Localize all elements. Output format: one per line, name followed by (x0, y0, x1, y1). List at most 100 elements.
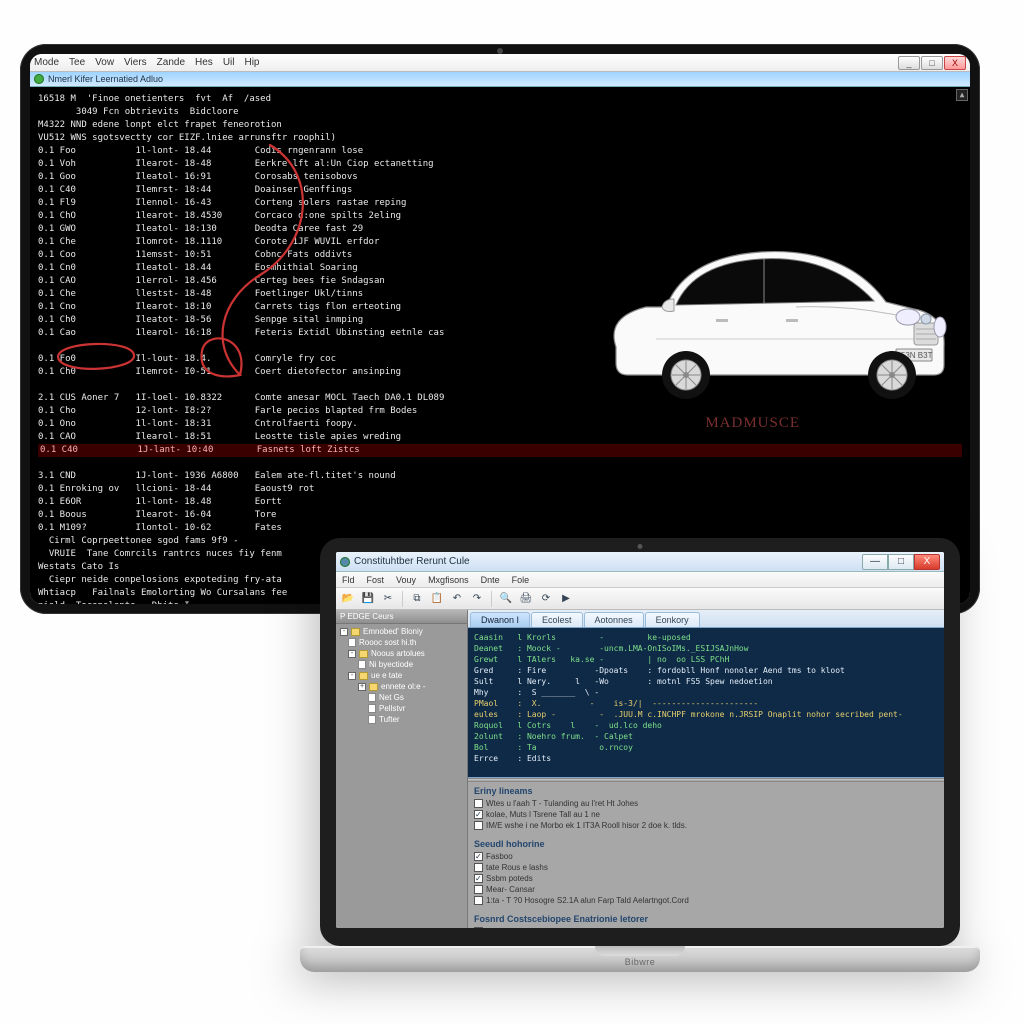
file-icon (368, 715, 376, 724)
properties-panel[interactable]: Eriny lineamsWtes u l'aah T - Tulanding … (468, 782, 944, 928)
copy-icon[interactable]: ⧉ (409, 591, 425, 607)
tab[interactable]: Aotonnes (584, 612, 644, 627)
desktop-app-titlebar: Nmerl Kifer Leernatied Adluo (30, 72, 970, 87)
webcam-icon (638, 544, 643, 549)
terminal-line: 16518 M 'Finoe onetienters fvt Af /ased (38, 93, 962, 106)
menu-item[interactable]: Tee (69, 57, 85, 68)
tree-item-label: ennete ol:e - (381, 682, 425, 691)
terminal-line: 3049 Fcn obtrievits Bidcloore (38, 106, 962, 119)
tree-item[interactable]: Roooc sost hi.th (338, 637, 465, 648)
output-console[interactable]: Caasin l Krorls - ke-uposedDeanet : Mooc… (468, 628, 944, 778)
window-controls: _ □ X (898, 56, 966, 70)
wheel-rear-icon (662, 351, 710, 399)
minimize-button[interactable]: — (862, 554, 888, 570)
checkbox[interactable] (474, 927, 483, 928)
scroll-up-icon[interactable]: ▲ (956, 89, 968, 101)
tree-expander-icon[interactable]: - (340, 628, 348, 636)
list-item-label: 1:ta - T ?0 Hosogre S2.1A alun Farp Tald… (486, 895, 689, 906)
menu-item[interactable]: Fole (512, 575, 530, 585)
tab[interactable]: Ecolest (531, 612, 583, 627)
desktop-screen: Mode Tee Vow Viers Zande Hes Uil Hip _ □… (30, 54, 970, 604)
tree-item[interactable]: Net Gs (338, 692, 465, 703)
list-item[interactable]: 1:ta - T ?0 Hosogre S2.1A alun Farp Tald… (474, 895, 938, 906)
close-button[interactable]: X (914, 554, 940, 570)
laptop-notch (595, 946, 685, 956)
console-line: Grewt l TAlers ka.se - | no oo LSS PChH (474, 654, 938, 665)
tree-item[interactable]: -ue e tate (338, 670, 465, 681)
menu-item[interactable]: Dnte (481, 575, 500, 585)
console-line: Gred : Fire -Dpoats : fordobll Honf nono… (474, 665, 938, 676)
console-line: 2olunt : Noehro frum. - Calpet (474, 731, 938, 742)
refresh-icon[interactable]: ⟳ (538, 591, 554, 607)
section-title: Eriny lineams (468, 782, 944, 798)
checkbox[interactable] (474, 799, 483, 808)
menu-item[interactable]: Zande (157, 57, 185, 68)
menu-item[interactable]: Fost (367, 575, 385, 585)
undo-icon[interactable]: ↶ (449, 591, 465, 607)
menu-item[interactable]: Mode (34, 57, 59, 68)
list-item[interactable]: tate Rous e lashs (474, 862, 938, 873)
tree-expander-icon[interactable]: - (348, 650, 356, 658)
checkbox[interactable] (474, 821, 483, 830)
checkbox[interactable] (474, 863, 483, 872)
tree-item[interactable]: Ni byectiode (338, 659, 465, 670)
file-icon (368, 704, 376, 713)
redo-icon[interactable]: ↷ (469, 591, 485, 607)
checkbox[interactable] (474, 885, 483, 894)
list-item-label: Wtes u l'aah T - Tulanding au l'ret Ht J… (486, 798, 638, 809)
search-icon[interactable]: 🔍 (498, 591, 514, 607)
menu-item[interactable]: Uil (223, 57, 235, 68)
sidebar-tree[interactable]: P EDGE Ceurs -Emnobed' BloniyRoooc sost … (336, 610, 468, 928)
terminal-line: 0.1 Boous Ilearot- 16-04 Tore (38, 509, 962, 522)
tab[interactable]: Eonkory (645, 612, 700, 627)
list-item[interactable]: Mear- Cansar (474, 884, 938, 895)
terminal-line: 0.1 Goo Ileatol- 16:91 Corosabs tenisobo… (38, 171, 962, 184)
tree-expander-icon[interactable]: - (348, 672, 356, 680)
console-line: Caasin l Krorls - ke-uposed (474, 632, 938, 643)
menu-item[interactable]: Hip (244, 57, 259, 68)
vehicle-brand-label: MADMUSCE (705, 417, 800, 430)
minimize-button[interactable]: _ (898, 56, 920, 70)
cut-icon[interactable]: ✂ (380, 591, 396, 607)
list-item[interactable]: kolae, Muts l Tsrene Tall au 1 ne (474, 809, 938, 820)
list-item-label: Ssbm poteds (486, 873, 533, 884)
list-item[interactable]: Fasboo (474, 851, 938, 862)
menu-item[interactable]: Viers (124, 57, 147, 68)
tree-expander-icon[interactable]: + (358, 683, 366, 691)
tree-item[interactable]: Pellstvr (338, 703, 465, 714)
list-item[interactable]: IM/E wshe i ne Morbo ek 1 IT3A Rooll his… (474, 820, 938, 831)
list-item[interactable]: Flohsfoooon Enslota lnf tarp tiom Mur l … (474, 926, 938, 928)
diagnostic-terminal[interactable]: ▲ 16518 M 'Finoe onetienters fvt Af /ase… (30, 87, 970, 604)
menu-item[interactable]: Vouy (396, 575, 416, 585)
menu-item[interactable]: Mxgfisons (428, 575, 469, 585)
tab[interactable]: Dwanon I (470, 612, 530, 627)
tree-item[interactable]: -Emnobed' Bloniy (338, 626, 465, 637)
desktop-bezel: Mode Tee Vow Viers Zande Hes Uil Hip _ □… (20, 44, 980, 614)
menu-item[interactable]: Hes (195, 57, 213, 68)
console-line: PMaol : X. - is-3/| --------------------… (474, 698, 938, 709)
list-item-label: IM/E wshe i ne Morbo ek 1 IT3A Rooll his… (486, 820, 687, 831)
menu-item[interactable]: Vow (95, 57, 114, 68)
maximize-button[interactable]: □ (888, 554, 914, 570)
laptop-app-titlebar: Constituhtber Rerunt Cule — □ X (336, 552, 944, 572)
paste-icon[interactable]: 📋 (429, 591, 445, 607)
list-item[interactable]: Ssbm poteds (474, 873, 938, 884)
print-icon[interactable]: 🖨 (518, 591, 534, 607)
folder-open-icon[interactable]: 📂 (340, 591, 356, 607)
wheel-front-icon (868, 351, 916, 399)
list-item[interactable]: Wtes u l'aah T - Tulanding au l'ret Ht J… (474, 798, 938, 809)
save-icon[interactable]: 💾 (360, 591, 376, 607)
tree-item[interactable]: -Noous artolues (338, 648, 465, 659)
run-icon[interactable]: ▶ (558, 591, 574, 607)
tree-item[interactable]: + ennete ol:e - (338, 681, 465, 692)
checkbox[interactable] (474, 852, 483, 861)
laptop-screen: Constituhtber Rerunt Cule — □ X Fld Fost… (336, 552, 944, 928)
checkbox[interactable] (474, 874, 483, 883)
menu-item[interactable]: Fld (342, 575, 355, 585)
maximize-button[interactable]: □ (921, 56, 943, 70)
tree-item[interactable]: Tufter (338, 714, 465, 725)
checkbox[interactable] (474, 810, 483, 819)
checkbox[interactable] (474, 896, 483, 905)
close-button[interactable]: X (944, 56, 966, 70)
console-line: eules : Laop - - .JUU.M c.INCHPF mrokone… (474, 709, 938, 720)
